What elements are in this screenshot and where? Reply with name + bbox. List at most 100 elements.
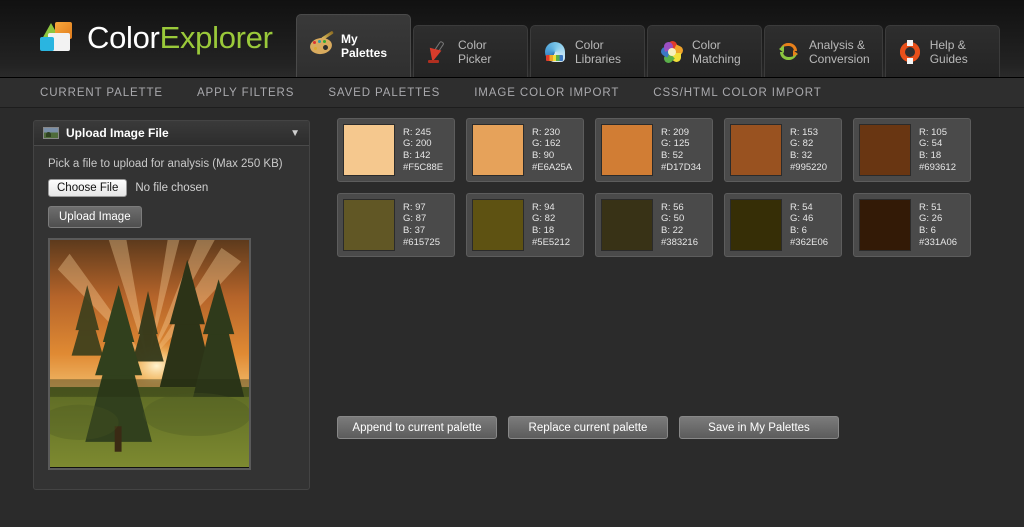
swatch-r: R: 97 xyxy=(403,202,426,213)
chevron-down-icon[interactable]: ▼ xyxy=(290,128,300,139)
swatch-values: R: 153 G: 82 B: 32 #995220 xyxy=(790,127,827,173)
brand-name-part1: Color xyxy=(87,20,160,55)
swatch-chip xyxy=(343,199,395,251)
swatch-chip xyxy=(601,199,653,251)
swatch-g: G: 82 xyxy=(532,213,555,224)
brand-logo[interactable]: ColorExplorer xyxy=(38,20,273,56)
site-header: ColorExplorer My Palettes Color Picker C… xyxy=(0,0,1024,78)
swatch-g: G: 54 xyxy=(919,138,942,149)
save-in-my-palettes-button[interactable]: Save in My Palettes xyxy=(679,416,839,439)
color-swatch[interactable]: R: 51 G: 26 B: 6 #331A06 xyxy=(853,193,971,257)
swatch-g: G: 162 xyxy=(532,138,561,149)
color-swatch[interactable]: R: 230 G: 162 B: 90 #E6A25A xyxy=(466,118,584,182)
tab-color-libraries[interactable]: Color Libraries xyxy=(530,25,645,77)
swatch-chip xyxy=(343,124,395,176)
upload-hint-text: Pick a file to upload for analysis (Max … xyxy=(48,158,295,170)
tab-label-my-palettes: My Palettes xyxy=(341,32,387,60)
swatch-r: R: 230 xyxy=(532,127,560,138)
subnav-item-current-palette[interactable]: CURRENT PALETTE xyxy=(40,87,163,99)
swatch-b: B: 18 xyxy=(532,225,554,236)
swatch-r: R: 56 xyxy=(661,202,684,213)
sub-navigation: CURRENT PALETTE APPLY FILTERS SAVED PALE… xyxy=(0,78,1024,108)
color-wheel-flower-icon xyxy=(660,40,684,64)
swatch-chip xyxy=(730,199,782,251)
swatch-hex: #E6A25A xyxy=(532,162,572,173)
main-content: Upload Image File ▼ Pick a file to uploa… xyxy=(0,108,1024,526)
swatch-values: R: 230 G: 162 B: 90 #E6A25A xyxy=(532,127,572,173)
swatch-g: G: 200 xyxy=(403,138,432,149)
color-swatch[interactable]: R: 56 G: 50 B: 22 #383216 xyxy=(595,193,713,257)
choose-file-button[interactable]: Choose File xyxy=(48,179,127,197)
tab-label-color-picker: Color Picker xyxy=(458,38,491,66)
swatch-hex: #615725 xyxy=(403,237,440,248)
color-swatch[interactable]: R: 54 G: 46 B: 6 #362E06 xyxy=(724,193,842,257)
swatch-r: R: 245 xyxy=(403,127,431,138)
append-to-current-palette-button[interactable]: Append to current palette xyxy=(337,416,497,439)
swatch-chip xyxy=(730,124,782,176)
sunset-forest-preview-image xyxy=(50,240,249,467)
swatch-r: R: 54 xyxy=(790,202,813,213)
swatch-hex: #995220 xyxy=(790,162,827,173)
swatch-hex: #F5C88E xyxy=(403,162,443,173)
swatch-b: B: 6 xyxy=(790,225,807,236)
swatch-g: G: 125 xyxy=(661,138,690,149)
swatch-values: R: 51 G: 26 B: 6 #331A06 xyxy=(919,202,957,248)
swatch-r: R: 94 xyxy=(532,202,555,213)
swatch-b: B: 142 xyxy=(403,150,430,161)
color-swatch[interactable]: R: 209 G: 125 B: 52 #D17D34 xyxy=(595,118,713,182)
image-thumbnail-icon xyxy=(43,127,59,139)
lifebuoy-icon xyxy=(898,40,922,64)
subnav-item-apply-filters[interactable]: APPLY FILTERS xyxy=(197,87,294,99)
selected-file-name: No file chosen xyxy=(135,182,208,194)
color-swatch[interactable]: R: 245 G: 200 B: 142 #F5C88E xyxy=(337,118,455,182)
swatch-chip xyxy=(859,199,911,251)
color-swatch[interactable]: R: 153 G: 82 B: 32 #995220 xyxy=(724,118,842,182)
subnav-item-css-html-color-import[interactable]: CSS/HTML COLOR IMPORT xyxy=(653,87,821,99)
swatch-b: B: 6 xyxy=(919,225,936,236)
tab-label-analysis-conversion: Analysis & Conversion xyxy=(809,38,870,66)
swatch-g: G: 82 xyxy=(790,138,813,149)
swatch-chip xyxy=(601,124,653,176)
brand-name-part2: Explorer xyxy=(160,20,273,55)
color-swatch[interactable]: R: 97 G: 87 B: 37 #615725 xyxy=(337,193,455,257)
tab-label-color-libraries: Color Libraries xyxy=(575,38,621,66)
swatch-values: R: 94 G: 82 B: 18 #5E5212 xyxy=(532,202,570,248)
swatch-b: B: 18 xyxy=(919,150,941,161)
tab-help-guides[interactable]: Help & Guides xyxy=(885,25,1000,77)
swatch-chip xyxy=(472,124,524,176)
upload-panel-header[interactable]: Upload Image File ▼ xyxy=(34,121,309,146)
tab-my-palettes[interactable]: My Palettes xyxy=(296,14,411,77)
color-swatch[interactable]: R: 105 G: 54 B: 18 #693612 xyxy=(853,118,971,182)
swatch-r: R: 209 xyxy=(661,127,689,138)
replace-current-palette-button[interactable]: Replace current palette xyxy=(508,416,668,439)
colorexplorer-logo-icon xyxy=(38,20,76,56)
swatch-g: G: 46 xyxy=(790,213,813,224)
swatch-hex: #D17D34 xyxy=(661,162,701,173)
swatch-chip xyxy=(859,124,911,176)
swatch-values: R: 209 G: 125 B: 52 #D17D34 xyxy=(661,127,701,173)
swatch-hex: #693612 xyxy=(919,162,956,173)
swatch-hex: #331A06 xyxy=(919,237,957,248)
extracted-color-grid: R: 245 G: 200 B: 142 #F5C88E R: 230 G: 1… xyxy=(337,118,971,257)
palette-icon xyxy=(309,34,333,58)
swatch-b: B: 90 xyxy=(532,150,554,161)
eyedropper-icon xyxy=(426,40,450,64)
main-tab-bar: My Palettes Color Picker Color Libraries… xyxy=(296,14,1000,77)
upload-image-button[interactable]: Upload Image xyxy=(48,206,142,228)
subnav-item-image-color-import[interactable]: IMAGE COLOR IMPORT xyxy=(474,87,619,99)
tab-analysis-conversion[interactable]: Analysis & Conversion xyxy=(764,25,883,77)
swatch-hex: #5E5212 xyxy=(532,237,570,248)
color-swatch[interactable]: R: 94 G: 82 B: 18 #5E5212 xyxy=(466,193,584,257)
swatch-r: R: 51 xyxy=(919,202,942,213)
swatch-values: R: 97 G: 87 B: 37 #615725 xyxy=(403,202,440,248)
tab-label-color-matching: Color Matching xyxy=(692,38,741,66)
swatch-g: G: 26 xyxy=(919,213,942,224)
swatch-values: R: 54 G: 46 B: 6 #362E06 xyxy=(790,202,828,248)
upload-image-panel: Upload Image File ▼ Pick a file to uploa… xyxy=(33,120,310,490)
tab-color-picker[interactable]: Color Picker xyxy=(413,25,528,77)
swatch-b: B: 22 xyxy=(661,225,683,236)
swatch-hex: #383216 xyxy=(661,237,698,248)
subnav-item-saved-palettes[interactable]: SAVED PALETTES xyxy=(328,87,440,99)
brand-name: ColorExplorer xyxy=(87,20,273,56)
tab-color-matching[interactable]: Color Matching xyxy=(647,25,762,77)
